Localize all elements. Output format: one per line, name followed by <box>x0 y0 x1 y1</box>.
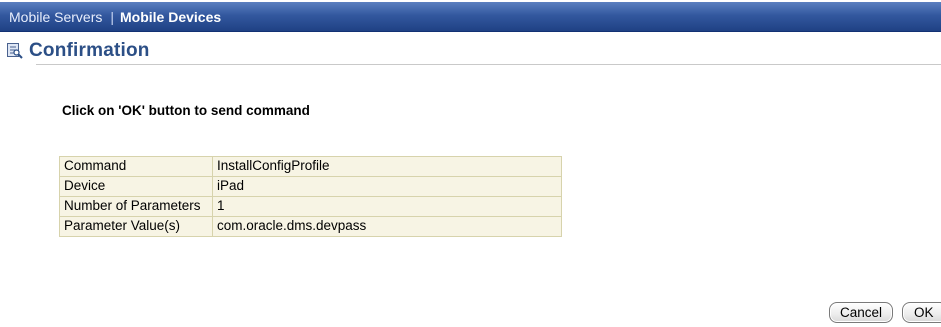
row-label: Parameter Value(s) <box>59 216 213 237</box>
cancel-button[interactable]: Cancel <box>829 302 893 323</box>
table-row: Number of Parameters 1 <box>59 196 562 217</box>
row-label: Number of Parameters <box>59 196 213 217</box>
instruction-text: Click on 'OK' button to send command <box>62 103 310 118</box>
row-value: 1 <box>212 196 562 217</box>
row-value: InstallConfigProfile <box>212 156 562 177</box>
page-title: Confirmation <box>29 40 150 61</box>
command-details-table: Command InstallConfigProfile Device iPad… <box>59 156 562 237</box>
row-label: Device <box>59 176 213 197</box>
row-value: com.oracle.dms.devpass <box>212 216 562 237</box>
nav-current-mobile-devices[interactable]: Mobile Devices <box>120 9 221 25</box>
table-row: Device iPad <box>59 176 562 197</box>
row-label: Command <box>59 156 213 177</box>
table-row: Command InstallConfigProfile <box>59 156 562 177</box>
page-header: Confirmation <box>6 40 150 62</box>
ok-button[interactable]: OK <box>902 302 941 323</box>
nav-link-mobile-servers[interactable]: Mobile Servers <box>9 9 102 25</box>
table-row: Parameter Value(s) com.oracle.dms.devpas… <box>59 216 562 237</box>
page: Mobile Servers | Mobile Devices Confirma… <box>0 0 941 327</box>
document-icon <box>6 42 24 60</box>
header-divider <box>36 64 941 65</box>
global-nav-bar: Mobile Servers | Mobile Devices <box>0 2 941 32</box>
row-value: iPad <box>212 176 562 197</box>
nav-separator: | <box>110 8 115 25</box>
